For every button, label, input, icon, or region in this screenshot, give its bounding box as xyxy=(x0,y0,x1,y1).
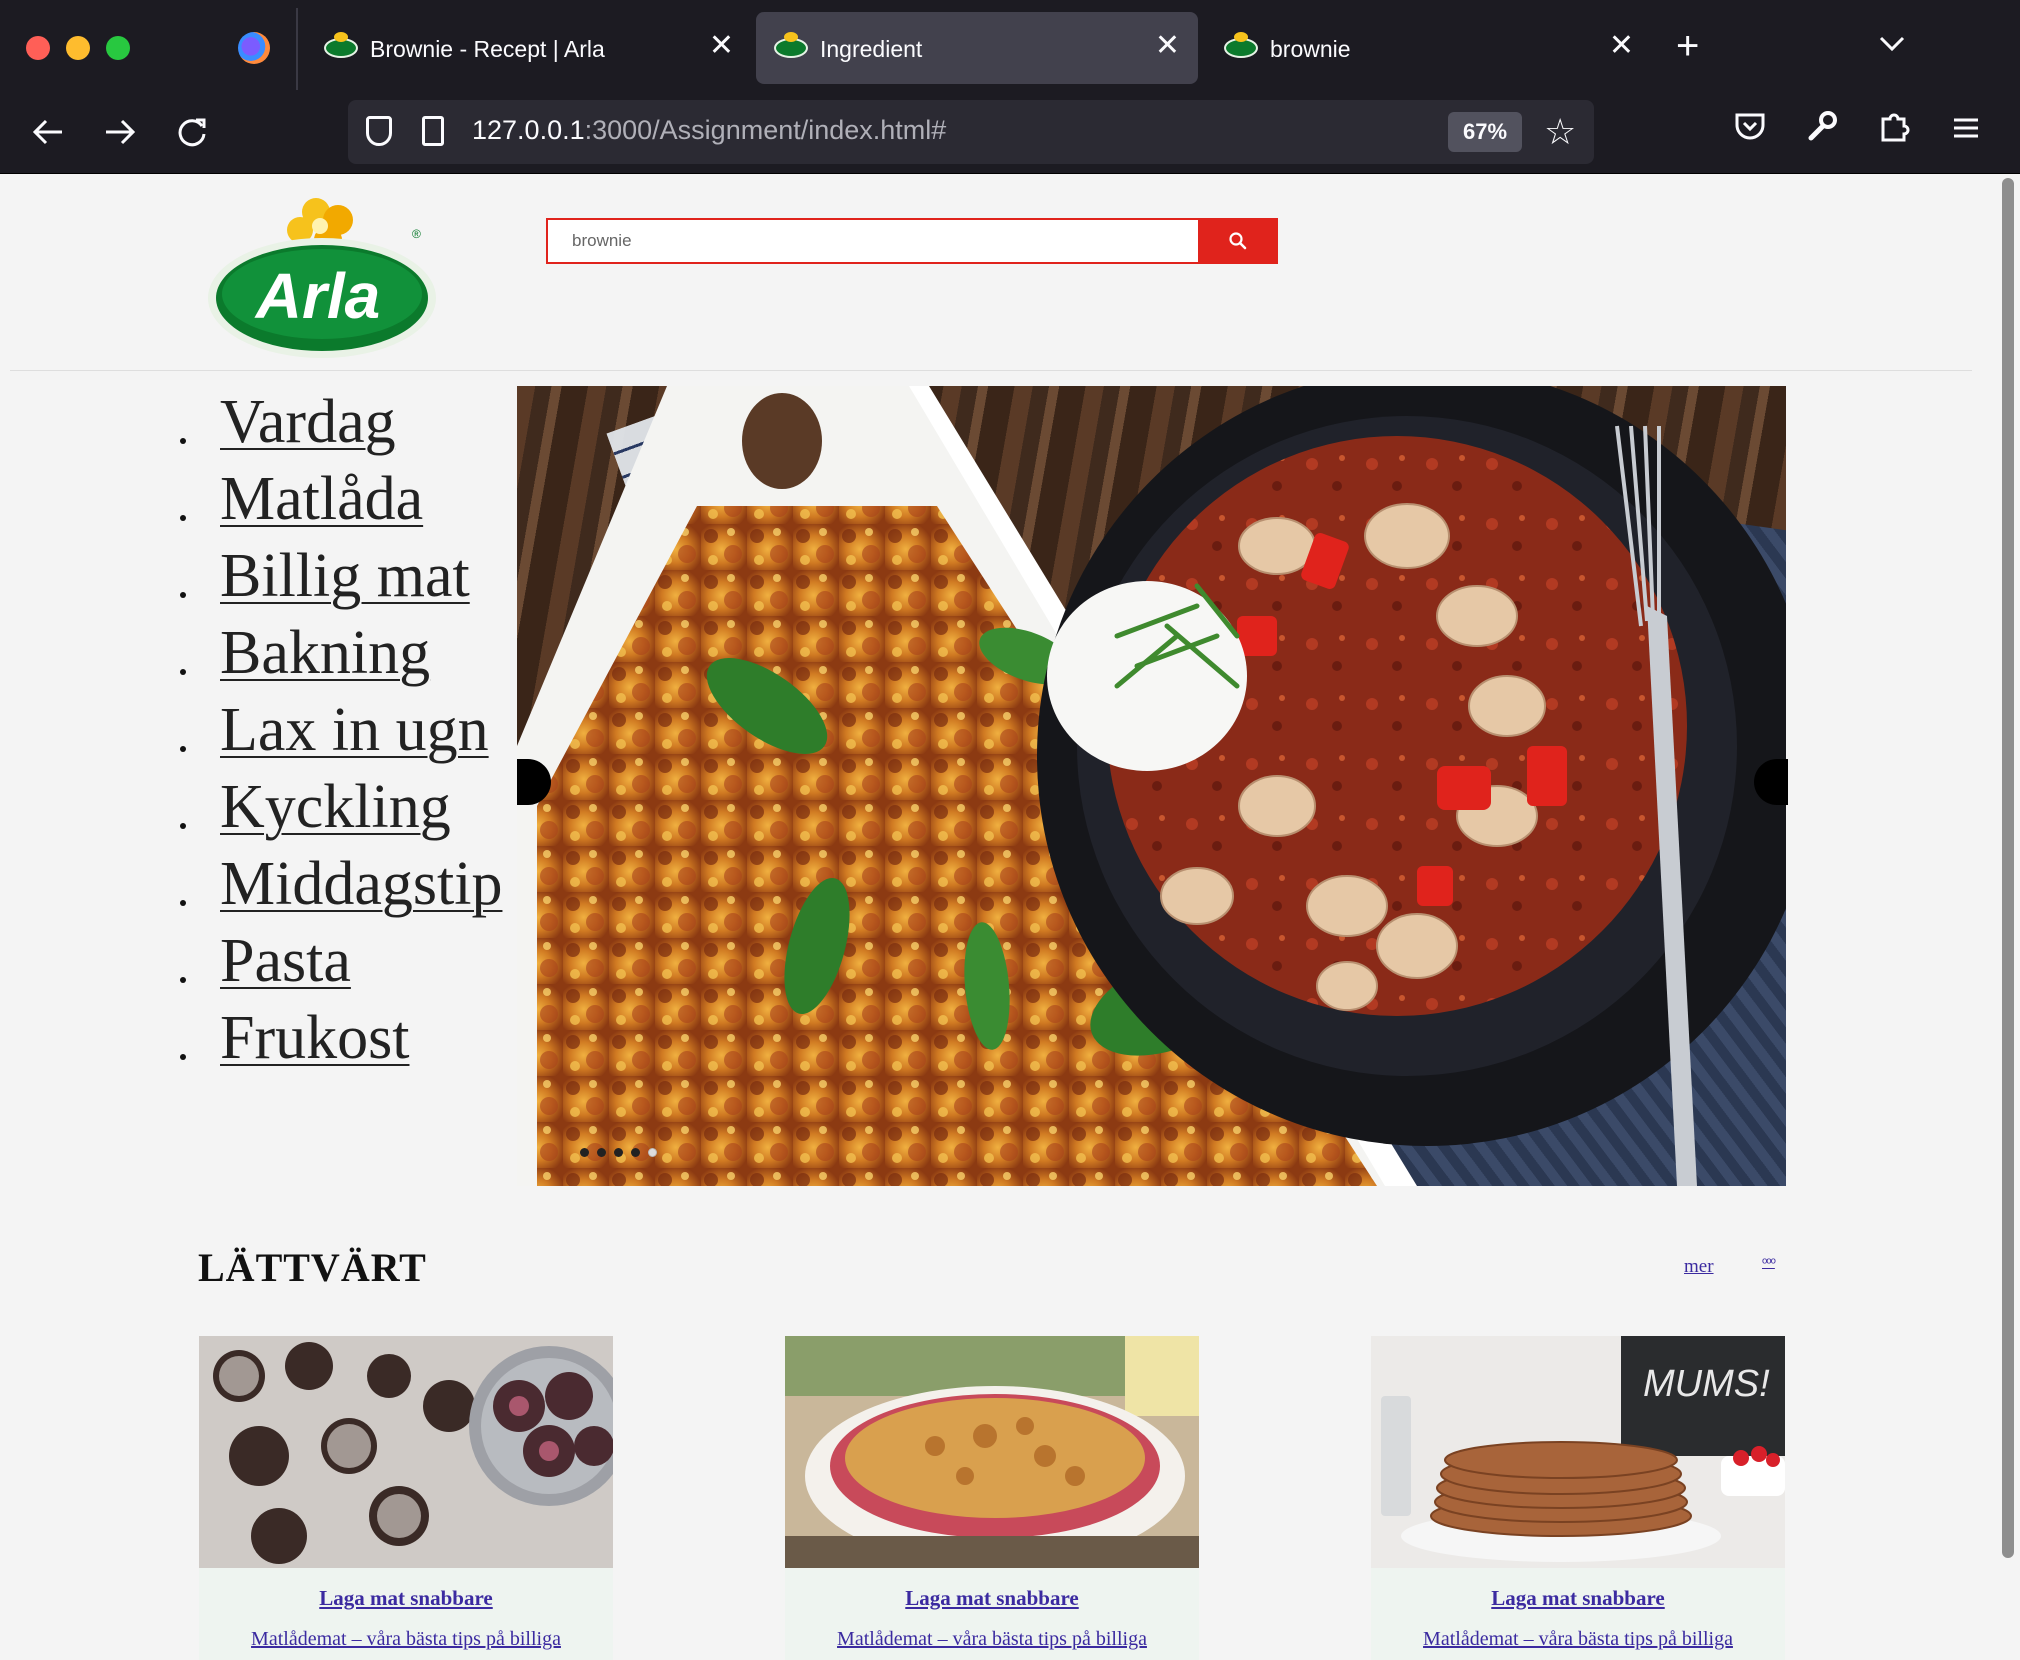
search-bar xyxy=(546,218,1278,264)
carousel-dot[interactable] xyxy=(580,1148,589,1157)
category-item: Kyckling xyxy=(178,769,502,846)
category-link-pasta[interactable]: Pasta xyxy=(220,927,351,995)
close-window-button[interactable] xyxy=(26,36,50,60)
card-description[interactable]: Matlådemat – våra bästa tips på billiga xyxy=(1371,1628,1785,1651)
category-item: Bakning xyxy=(178,615,502,692)
card-description[interactable]: Matlådemat – våra bästa tips på billiga xyxy=(199,1628,613,1651)
firefox-view-icon[interactable] xyxy=(238,32,270,64)
pancakes-image: MUMS! xyxy=(1371,1336,1785,1568)
hamburger-menu-icon[interactable] xyxy=(1942,108,1990,156)
category-item: Vardag xyxy=(178,384,502,461)
search-icon xyxy=(1229,232,1247,250)
tab-title: brownie xyxy=(1270,36,1351,62)
carousel-dot[interactable] xyxy=(614,1148,623,1157)
tab-bar: Brownie - Recept | Arla ✕ Ingredient ✕ b… xyxy=(0,0,2020,92)
rhubarb-crumble-image xyxy=(785,1336,1199,1568)
recipe-card[interactable]: Laga mat snabbare Matlådemat – våra bäst… xyxy=(785,1336,1199,1660)
extensions-puzzle-icon[interactable] xyxy=(1870,108,1918,156)
category-link-kyckling[interactable]: Kyckling xyxy=(220,773,451,841)
hero-carousel-image xyxy=(517,386,1786,1186)
bookmark-star-icon[interactable]: ☆ xyxy=(1544,110,1576,154)
card-description[interactable]: Matlådemat – våra bästa tips på billiga xyxy=(785,1628,1199,1651)
tab-title: Ingredient xyxy=(820,36,923,62)
more-link[interactable]: mer xyxy=(1684,1256,1714,1278)
vertical-scrollbar[interactable] xyxy=(2002,178,2014,1558)
category-item: Lax in ugn xyxy=(178,692,502,769)
category-item: Middagstip xyxy=(178,846,502,923)
carousel-dot[interactable] xyxy=(631,1148,640,1157)
svg-text:®: ® xyxy=(412,227,421,241)
card-heading[interactable]: Laga mat snabbare xyxy=(1371,1586,1785,1611)
category-link-lax-in-ugn[interactable]: Lax in ugn xyxy=(220,696,489,764)
url-host: 127.0.0.1 xyxy=(472,115,585,145)
category-nav: Vardag Matlåda Billig mat Bakning Lax in… xyxy=(178,384,502,1077)
category-link-middagstip[interactable]: Middagstip xyxy=(220,850,502,918)
page-info-icon[interactable] xyxy=(422,116,444,146)
page-viewport: Arla ® Vardag Matlåda Billig mat Bakning… xyxy=(0,174,2020,1660)
category-link-matlada[interactable]: Matlåda xyxy=(220,465,423,533)
category-item: Frukost xyxy=(178,1000,502,1077)
more-ellipsis-icon[interactable]: ᵒᵒᵒ xyxy=(1762,1254,1776,1270)
forward-arrow-icon[interactable] xyxy=(96,108,144,156)
list-all-tabs-chevron-icon[interactable] xyxy=(1878,30,1906,61)
minimize-window-button[interactable] xyxy=(66,36,90,60)
browser-chrome: Brownie - Recept | Arla ✕ Ingredient ✕ b… xyxy=(0,0,2020,174)
tab-brownie-recept[interactable]: Brownie - Recept | Arla ✕ xyxy=(306,12,752,84)
chocolate-balls-image xyxy=(199,1336,613,1568)
category-item: Pasta xyxy=(178,923,502,1000)
address-bar[interactable]: 127.0.0.1:3000/Assignment/index.html# 67… xyxy=(348,100,1594,164)
close-tab-icon[interactable]: ✕ xyxy=(1609,28,1634,64)
recipe-card[interactable]: MUMS! Laga mat snabbare Matlådemat – vår… xyxy=(1371,1336,1785,1660)
arla-favicon-icon xyxy=(324,32,358,58)
header-divider xyxy=(10,370,1972,371)
zoom-window-button[interactable] xyxy=(106,36,130,60)
category-link-billig-mat[interactable]: Billig mat xyxy=(220,542,470,610)
back-arrow-icon[interactable] xyxy=(24,108,72,156)
url-text[interactable]: 127.0.0.1:3000/Assignment/index.html# xyxy=(472,115,946,146)
carousel-indicators xyxy=(580,1148,657,1157)
section-title: LÄTTVÄRT xyxy=(198,1245,427,1290)
card-heading[interactable]: Laga mat snabbare xyxy=(785,1586,1199,1611)
category-link-bakning[interactable]: Bakning xyxy=(220,619,430,687)
tab-title: Brownie - Recept | Arla xyxy=(370,36,605,62)
category-item: Matlåda xyxy=(178,461,502,538)
arla-favicon-icon xyxy=(774,32,808,58)
wrench-tools-icon[interactable] xyxy=(1798,108,1846,156)
pocket-icon[interactable] xyxy=(1726,108,1774,156)
category-link-frukost[interactable]: Frukost xyxy=(220,1004,409,1072)
navigation-toolbar: 127.0.0.1:3000/Assignment/index.html# 67… xyxy=(0,92,2020,174)
search-button[interactable] xyxy=(1198,218,1278,264)
arla-favicon-icon xyxy=(1224,32,1258,58)
tab-ingredient[interactable]: Ingredient ✕ xyxy=(756,12,1198,84)
logo-text: Arla xyxy=(254,260,381,332)
tab-separator xyxy=(296,8,298,90)
svg-text:MUMS!: MUMS! xyxy=(1643,1363,1770,1405)
category-link-vardag[interactable]: Vardag xyxy=(220,388,396,456)
carousel-dot[interactable] xyxy=(597,1148,606,1157)
tracking-protection-shield-icon[interactable] xyxy=(366,116,392,146)
close-tab-icon[interactable]: ✕ xyxy=(1155,28,1180,64)
carousel-dot-active[interactable] xyxy=(648,1148,657,1157)
food-illustration xyxy=(517,386,1786,1186)
url-path: :3000/Assignment/index.html# xyxy=(584,115,947,145)
zoom-level-badge[interactable]: 67% xyxy=(1448,112,1522,152)
arla-logo[interactable]: Arla ® xyxy=(204,190,440,360)
recipe-card[interactable]: Laga mat snabbare Matlådemat – våra bäst… xyxy=(199,1336,613,1660)
search-input[interactable] xyxy=(550,222,836,260)
close-tab-icon[interactable]: ✕ xyxy=(709,28,734,64)
reload-icon[interactable] xyxy=(168,108,216,156)
card-heading[interactable]: Laga mat snabbare xyxy=(199,1586,613,1611)
tab-brownie[interactable]: brownie ✕ xyxy=(1206,12,1652,84)
category-item: Billig mat xyxy=(178,538,502,615)
new-tab-icon[interactable]: + xyxy=(1676,26,1699,66)
